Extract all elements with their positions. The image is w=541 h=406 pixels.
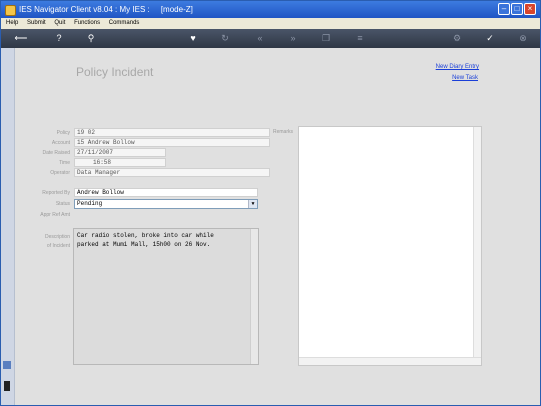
close-window-icon[interactable]: × <box>524 3 536 15</box>
operator-label: Operator <box>50 170 70 176</box>
description-textarea[interactable]: Car radio stolen, broke into car while p… <box>73 228 259 365</box>
operator-field[interactable]: Data Manager <box>74 168 270 177</box>
heart-icon[interactable]: ♥ <box>187 32 199 44</box>
policy-label: Policy <box>56 130 70 136</box>
app-window: IES Navigator Client v8.04 : My IES : [m… <box>0 0 541 406</box>
menu-quit[interactable]: Quit <box>54 20 65 26</box>
menu-help[interactable]: Help <box>6 20 18 26</box>
time-label: Time <box>59 160 70 166</box>
description-line-1: Car radio stolen, broke into car while <box>77 232 214 239</box>
copy-icon[interactable]: ❐ <box>320 32 332 44</box>
back-arrow-icon[interactable]: ⟵ <box>11 32 31 44</box>
rewind-icon[interactable]: « <box>254 32 266 44</box>
date-raised-field[interactable]: 27/11/2007 <box>74 148 166 157</box>
side-nav-icon[interactable] <box>3 361 11 369</box>
appr-ref-amt-field[interactable] <box>74 210 166 219</box>
status-label: Status <box>55 201 70 207</box>
minimize-icon[interactable]: – <box>498 3 510 15</box>
side-panel <box>1 48 15 405</box>
refresh-icon[interactable]: ↻ <box>219 32 231 44</box>
chevron-down-icon[interactable]: ▼ <box>248 200 257 208</box>
remarks-label: Remarks <box>272 129 293 135</box>
gear-icon[interactable]: ⚙ <box>451 32 463 44</box>
date-raised-label: Date Raised <box>42 150 70 156</box>
side-info-icon[interactable] <box>4 381 10 391</box>
policy-field[interactable]: 19 02 <box>74 128 270 137</box>
reported-by-label: Reported By <box>42 190 70 196</box>
account-field[interactable]: 15 Andrew Bollow <box>74 138 270 147</box>
remarks-scrollbar[interactable] <box>473 127 481 365</box>
window-title: IES Navigator Client v8.04 : My IES : [m… <box>19 5 193 14</box>
menu-submit[interactable]: Submit <box>27 20 46 26</box>
description-label: Description <box>44 234 70 240</box>
time-field[interactable]: 16:58 <box>74 158 166 167</box>
maximize-icon[interactable]: □ <box>511 3 523 15</box>
menu-functions[interactable]: Functions <box>74 20 100 26</box>
appr-ref-amt-label: Appr Ref Amt <box>40 212 70 218</box>
main-content: Policy Incident New Diary Entry New Task… <box>15 48 540 405</box>
description-scrollbar[interactable] <box>250 229 258 364</box>
menu-commands[interactable]: Commands <box>109 20 140 26</box>
list-icon[interactable]: ≡ <box>354 32 366 44</box>
of-incident-label: of Incident <box>46 243 70 249</box>
description-line-2: parked at Mumi Mall, 15h00 on 26 Nov. <box>77 241 211 248</box>
help-icon[interactable]: ? <box>53 32 65 44</box>
remarks-horizontal-scrollbar[interactable] <box>299 357 481 365</box>
app-icon <box>5 5 16 16</box>
status-select-value: Pending <box>77 200 103 207</box>
close-icon[interactable]: ⊗ <box>517 32 529 44</box>
reported-by-field[interactable]: Andrew Bollow <box>74 188 258 197</box>
check-icon[interactable]: ✓ <box>484 32 496 44</box>
new-diary-entry-link[interactable]: New Diary Entry <box>436 64 479 70</box>
account-label: Account <box>51 140 70 146</box>
page-title: Policy Incident <box>76 65 154 79</box>
menu-bar: Help Submit Quit Functions Commands <box>1 18 540 29</box>
search-icon[interactable]: ⚲ <box>85 32 97 44</box>
remarks-textarea[interactable] <box>298 126 482 366</box>
title-bar: IES Navigator Client v8.04 : My IES : [m… <box>1 1 540 18</box>
fast-forward-icon[interactable]: » <box>287 32 299 44</box>
new-task-link[interactable]: New Task <box>452 75 478 81</box>
toolbar: ⟵ ? ⚲ ♥ ↻ « » ❐ ≡ ⚙ ✓ ⊗ <box>1 29 540 48</box>
status-select[interactable]: Pending ▼ <box>74 199 258 209</box>
